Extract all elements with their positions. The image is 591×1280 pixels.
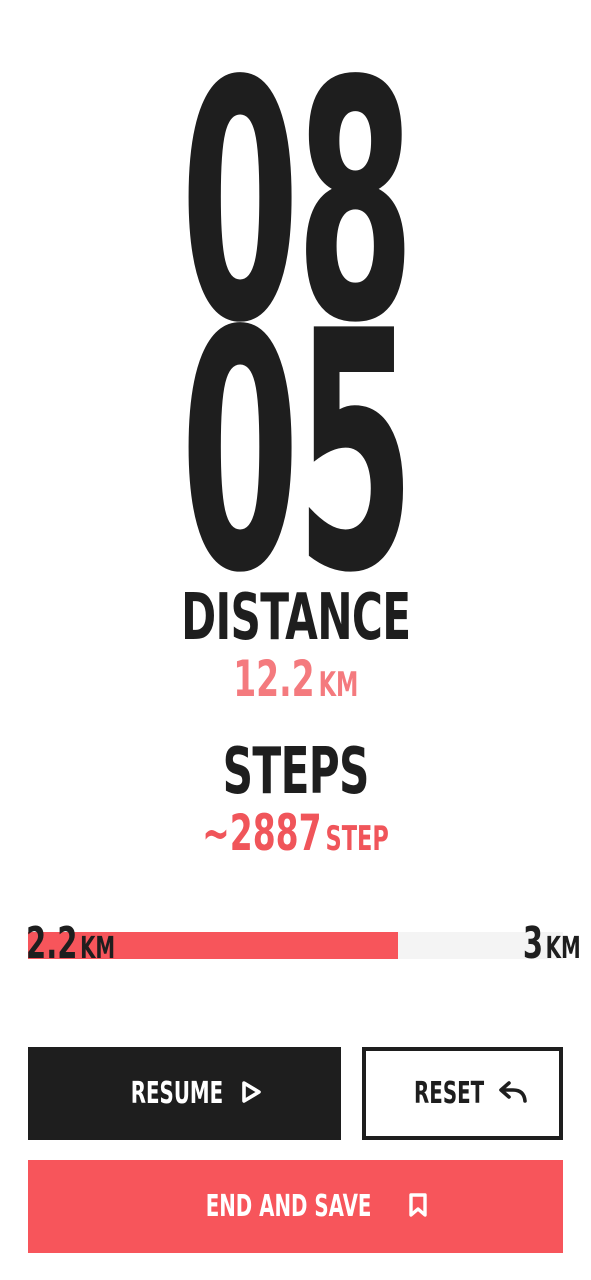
distance-unit: KM (318, 665, 359, 705)
steps-label-text: STEPS (222, 735, 369, 809)
steps-unit: STEP (325, 819, 389, 859)
distance-number: 12.2 (232, 650, 315, 708)
timer-seconds: 05 (0, 288, 591, 618)
distance-value: 12.2 KM (0, 654, 591, 704)
timer-seconds-value: 05 (180, 261, 415, 645)
progress-current-unit: KM (80, 931, 116, 966)
progress-goal-value: 3 (523, 918, 544, 969)
end-save-button[interactable]: END AND SAVE (28, 1160, 563, 1253)
bookmark-icon (408, 1192, 428, 1222)
steps-number: ~2887 (202, 804, 322, 862)
progress-goal-unit: KM (545, 931, 581, 966)
reset-button[interactable]: RESET (362, 1047, 563, 1140)
progress-current: 2.2KM (26, 922, 161, 966)
steps-value: ~2887 STEP (0, 808, 591, 858)
resume-label: RESUME (130, 1075, 223, 1111)
progress-current-value: 2.2 (26, 918, 78, 969)
resume-button[interactable]: RESUME (28, 1047, 341, 1140)
steps-label: STEPS (0, 740, 591, 804)
progress-goal: 3KM (493, 922, 581, 966)
play-icon (240, 1080, 262, 1108)
distance-label: DISTANCE (0, 586, 591, 650)
distance-label-text: DISTANCE (180, 581, 411, 655)
end-save-label: END AND SAVE (205, 1188, 372, 1224)
reset-label: RESET (414, 1075, 485, 1111)
undo-arrow-icon (497, 1079, 529, 1109)
